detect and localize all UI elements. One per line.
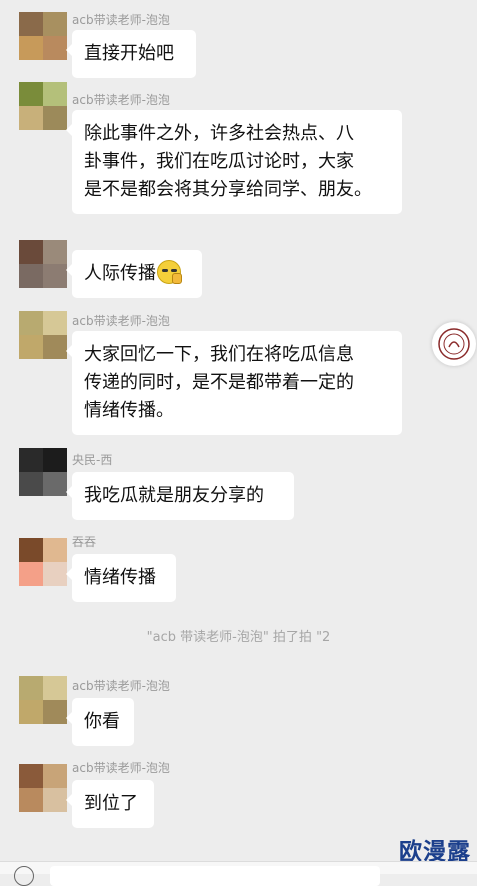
message-text: 除此事件之外，许多社会热点、八 (84, 123, 354, 144)
avatar[interactable] (19, 538, 67, 586)
message-text: 你看 (84, 711, 120, 732)
avatar-pixel (19, 472, 43, 496)
avatar-pixel (19, 700, 43, 724)
avatar-pixel (19, 36, 43, 60)
input-bar (0, 861, 477, 886)
sender-name: acb带读老师-泡泡 (72, 93, 170, 107)
message-text: 卦事件，我们在吃瓜讨论时，大家 (84, 151, 354, 172)
avatar-pixel (43, 562, 67, 586)
avatar[interactable] (19, 676, 67, 724)
avatar-pixel (19, 676, 43, 700)
avatar-pixel (43, 335, 67, 359)
avatar-pixel (19, 335, 43, 359)
avatar-pixel (43, 538, 67, 562)
avatar-pixel (43, 448, 67, 472)
avatar-pixel (43, 764, 67, 788)
avatar-pixel (19, 538, 43, 562)
avatar-pixel (19, 788, 43, 812)
avatar-pixel (43, 264, 67, 288)
avatar[interactable] (19, 448, 67, 496)
avatar-pixel (19, 562, 43, 586)
message-text: 情绪传播 (84, 567, 156, 588)
sender-name: 央民-西 (72, 453, 113, 467)
message-text: 情绪传播。 (84, 400, 174, 421)
avatar-pixel (19, 448, 43, 472)
message-text: 到位了 (84, 793, 138, 814)
sender-name: acb带读老师-泡泡 (72, 761, 170, 775)
avatar-pixel (43, 12, 67, 36)
message-input[interactable] (50, 866, 380, 886)
avatar-pixel (19, 240, 43, 264)
avatar-pixel (43, 788, 67, 812)
message-bubble[interactable]: 我吃瓜就是朋友分享的 (66, 472, 294, 520)
avatar-pixel (43, 676, 67, 700)
message-text: 直接开始吧 (84, 43, 174, 64)
message-bubble[interactable]: 人际传播 (66, 250, 202, 298)
avatar-pixel (19, 82, 43, 106)
avatar-pixel (43, 106, 67, 130)
message-bubble[interactable]: 情绪传播 (66, 554, 176, 602)
avatar-pixel (19, 106, 43, 130)
avatar-pixel (19, 264, 43, 288)
system-notice: "acb 带读老师-泡泡" 拍了拍 "2 (146, 630, 331, 645)
seal-graphic (438, 328, 470, 360)
avatar-pixel (43, 311, 67, 335)
message-text: 人际传播 (84, 263, 156, 284)
avatar-pixel (43, 700, 67, 724)
avatar[interactable] (19, 82, 67, 130)
avatar-pixel (43, 82, 67, 106)
message-bubble[interactable]: 大家回忆一下，我们在将吃瓜信息 传递的同时，是不是都带着一定的 情绪传播。 (66, 331, 402, 435)
thinking-emoji-icon (157, 260, 182, 284)
avatar-pixel (19, 311, 43, 335)
message-bubble[interactable]: 除此事件之外，许多社会热点、八 卦事件，我们在吃瓜讨论时，大家 是不是都会将其分… (66, 110, 402, 214)
avatar[interactable] (19, 311, 67, 359)
sender-name: acb带读老师-泡泡 (72, 679, 170, 693)
message-text: 大家回忆一下，我们在将吃瓜信息 (84, 344, 354, 365)
message-bubble[interactable]: 直接开始吧 (66, 30, 196, 78)
voice-toggle-icon[interactable] (14, 866, 34, 886)
message-text: 我吃瓜就是朋友分享的 (84, 485, 264, 506)
avatar-pixel (43, 472, 67, 496)
sender-name: 吞吞 (72, 535, 97, 549)
school-seal-icon[interactable] (432, 322, 476, 366)
sender-name: acb带读老师-泡泡 (72, 13, 170, 27)
avatar[interactable] (19, 240, 67, 288)
message-bubble[interactable]: 你看 (66, 698, 134, 746)
message-text: 是不是都会将其分享给同学、朋友。 (84, 179, 372, 200)
avatar[interactable] (19, 764, 67, 812)
avatar-pixel (19, 12, 43, 36)
avatar-pixel (43, 36, 67, 60)
avatar-pixel (19, 764, 43, 788)
sender-name: acb带读老师-泡泡 (72, 314, 170, 328)
message-text: 传递的同时，是不是都带着一定的 (84, 372, 354, 393)
avatar[interactable] (19, 12, 67, 60)
message-bubble[interactable]: 到位了 (66, 780, 154, 828)
avatar-pixel (43, 240, 67, 264)
